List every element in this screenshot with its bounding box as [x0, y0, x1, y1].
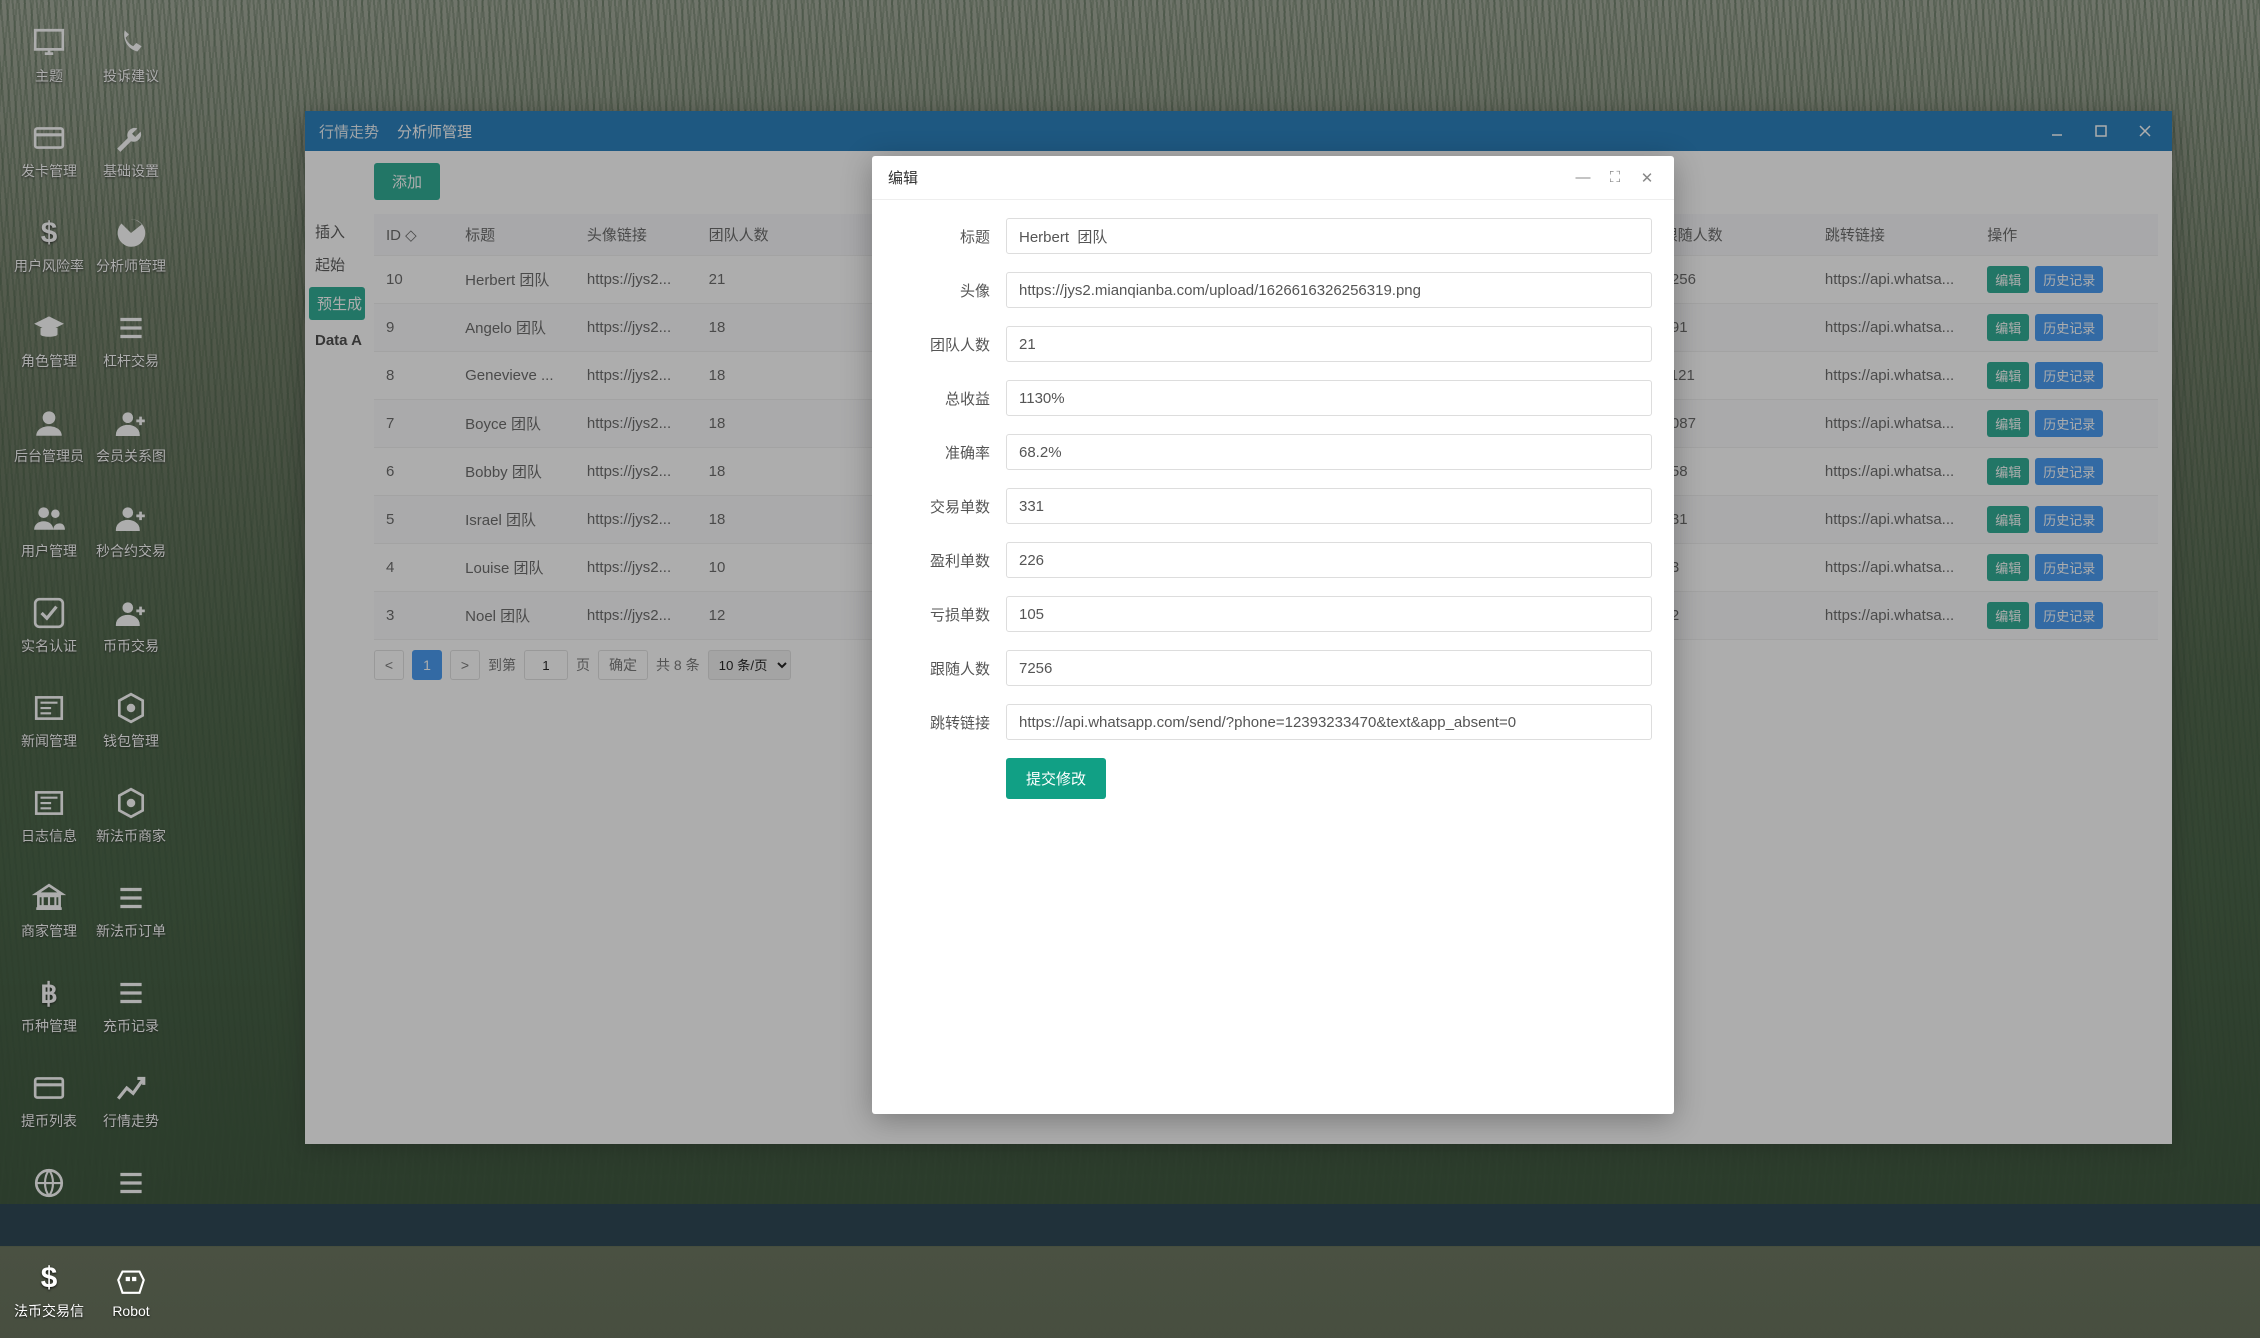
form-label: 跳转链接	[894, 712, 990, 733]
form-row-0: 标题	[894, 218, 1652, 254]
form-input-7[interactable]	[1006, 596, 1652, 632]
desktop-icon-label: 法币交易信	[14, 1301, 84, 1321]
form-input-2[interactable]	[1006, 326, 1652, 362]
form-label: 头像	[894, 280, 990, 301]
form-label: 跟随人数	[894, 658, 990, 679]
form-row-8: 跟随人数	[894, 650, 1652, 686]
form-label: 标题	[894, 226, 990, 247]
modal-close[interactable]: ✕	[1636, 167, 1658, 189]
modal-title: 编辑	[888, 167, 918, 188]
form-input-6[interactable]	[1006, 542, 1652, 578]
form-row-7: 亏损单数	[894, 596, 1652, 632]
modal-maximize[interactable]: ⛶	[1604, 167, 1626, 189]
modal-body: 标题头像团队人数总收益准确率交易单数盈利单数亏损单数跟随人数跳转链接提交修改	[872, 200, 1674, 1114]
form-label: 亏损单数	[894, 604, 990, 625]
form-input-4[interactable]	[1006, 434, 1652, 470]
svg-text:$: $	[41, 1261, 58, 1294]
form-label: 准确率	[894, 442, 990, 463]
form-row-6: 盈利单数	[894, 542, 1652, 578]
form-input-1[interactable]	[1006, 272, 1652, 308]
desktop-icon-27[interactable]: Robot	[90, 1243, 172, 1338]
form-row-2: 团队人数	[894, 326, 1652, 362]
dollar-icon: $	[32, 1261, 66, 1295]
form-input-8[interactable]	[1006, 650, 1652, 686]
form-label: 总收益	[894, 388, 990, 409]
form-row-3: 总收益	[894, 380, 1652, 416]
submit-button[interactable]: 提交修改	[1006, 758, 1106, 799]
desktop-icon-label: Robot	[112, 1303, 149, 1319]
form-input-3[interactable]	[1006, 380, 1652, 416]
modal-minimize[interactable]: —	[1572, 167, 1594, 189]
form-input-0[interactable]	[1006, 218, 1652, 254]
robot-icon	[114, 1263, 148, 1297]
desktop-icon-26[interactable]: $ 法币交易信	[8, 1243, 90, 1338]
form-input-5[interactable]	[1006, 488, 1652, 524]
form-label: 交易单数	[894, 496, 990, 517]
form-label: 盈利单数	[894, 550, 990, 571]
form-row-5: 交易单数	[894, 488, 1652, 524]
edit-modal: 编辑 — ⛶ ✕ 标题头像团队人数总收益准确率交易单数盈利单数亏损单数跟随人数跳…	[872, 156, 1674, 1114]
form-label: 团队人数	[894, 334, 990, 355]
modal-header: 编辑 — ⛶ ✕	[872, 156, 1674, 200]
form-row-4: 准确率	[894, 434, 1652, 470]
form-row-1: 头像	[894, 272, 1652, 308]
form-input-9[interactable]	[1006, 704, 1652, 740]
form-row-9: 跳转链接	[894, 704, 1652, 740]
